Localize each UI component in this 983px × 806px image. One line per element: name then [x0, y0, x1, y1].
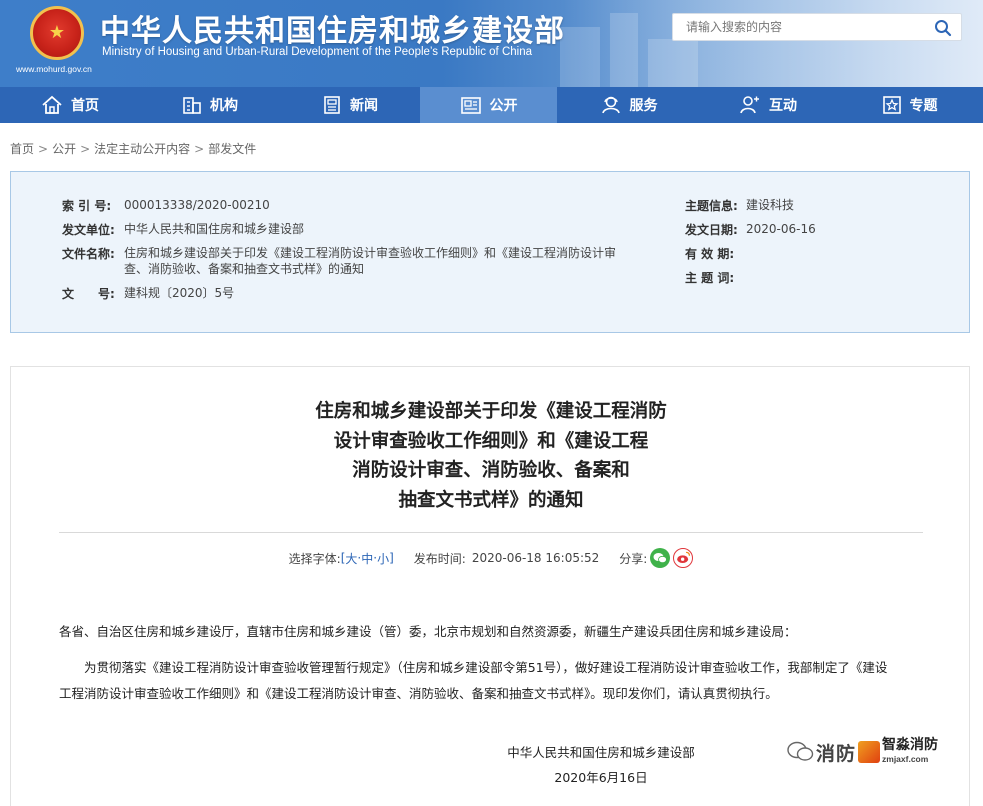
info-validity-row: 有 效 期:: [685, 245, 746, 262]
national-emblem-logo[interactable]: ★: [30, 6, 84, 60]
info-filename-value: 住房和城乡建设部关于印发《建设工程消防设计审查验收工作细则》和《建设工程消防设计…: [124, 246, 617, 276]
font-size-large-link[interactable]: 大: [345, 550, 357, 567]
info-label: 发文日期:: [685, 223, 738, 237]
site-header: ★ 中华人民共和国住房和城乡建设部 Ministry of Housing an…: [0, 0, 983, 87]
header-building-decoration: [648, 39, 698, 87]
info-label: 索 引 号:: [62, 199, 112, 213]
info-label: 主题信息:: [685, 199, 738, 213]
paragraph-line: 为贯彻落实《建设工程消防设计审查验收管理暂行规定》（住房和城乡建设部令第51号）…: [84, 660, 888, 675]
nav-item-news[interactable]: 新闻: [280, 87, 420, 123]
building-icon: [183, 97, 201, 114]
breadcrumb: 首页 > 公开 > 法定主动公开内容 > 部发文件: [10, 140, 256, 157]
paragraph-line: 工程消防设计审查验收工作细则》和《建设工程消防设计审查、消防验收、备案和抽查文书…: [59, 686, 778, 701]
search-input[interactable]: [673, 14, 923, 40]
breadcrumb-link-home[interactable]: 首页: [10, 142, 34, 156]
font-size-label: 选择字体:: [288, 551, 341, 566]
main-nav: 首页 机构 新闻 公开 服务 互动 专题: [0, 87, 983, 123]
weibo-share-icon[interactable]: [673, 548, 694, 568]
info-label: 文 号:: [62, 287, 115, 301]
watermark-brand: 智淼消防: [882, 737, 939, 753]
header-building-decoration: [610, 13, 638, 87]
wechat-share-icon[interactable]: [650, 548, 671, 568]
article-title-line: 设计审查验收工作细则》和《建设工程: [333, 430, 649, 452]
font-size-medium-link[interactable]: 中: [361, 550, 373, 567]
wechat-watermark-icon: [787, 741, 814, 761]
publish-time-value: 2020-06-18 16:05:52: [471, 551, 600, 565]
article-title: 住房和城乡建设部关于印发《建设工程消防 设计审查验收工作细则》和《建设工程 消防…: [11, 397, 971, 515]
emblem-star-icon: ★: [48, 22, 66, 43]
watermark-url: zmjaxf.com: [882, 754, 929, 764]
header-building-decoration: [560, 27, 600, 87]
nav-item-service[interactable]: 服务: [557, 87, 700, 123]
info-keywords-row: 主 题 词:: [685, 269, 746, 286]
info-label: 发文单位:: [62, 223, 115, 237]
info-index-row: 索 引 号: 000013338/2020-00210: [62, 197, 270, 214]
breadcrumb-link-public[interactable]: 公开: [52, 142, 76, 156]
info-topic-value: 建设科技: [746, 198, 795, 212]
nav-item-home[interactable]: 首页: [0, 87, 140, 123]
signature-date: 2020年6月16日: [554, 770, 648, 785]
home-icon: [42, 95, 62, 114]
info-label: 主 题 词:: [685, 271, 735, 285]
share-label: 分享:: [619, 551, 648, 566]
breadcrumb-separator: >: [194, 142, 205, 156]
article-paragraph: 为贯彻落实《建设工程消防设计审查验收管理暂行规定》（住房和城乡建设部令第51号）…: [59, 655, 929, 707]
nav-item-organization[interactable]: 机构: [140, 87, 280, 123]
site-url: www.mohurd.gov.cn: [16, 64, 92, 74]
breadcrumb-link-statutory[interactable]: 法定主动公开内容: [94, 142, 190, 156]
breadcrumb-separator: >: [80, 142, 91, 156]
info-issuer-row: 发文单位: 中华人民共和国住房和城乡建设部: [62, 221, 304, 238]
nav-label: 专题: [909, 98, 938, 114]
breadcrumb-separator: >: [38, 142, 49, 156]
star-icon: [882, 96, 901, 114]
article-recipients: 各省、自治区住房和城乡建设厅，直辖市住房和城乡建设（管）委，北京市规划和自然资源…: [59, 624, 797, 639]
info-label: 有 效 期:: [685, 247, 735, 261]
nav-item-interaction[interactable]: 互动: [700, 87, 836, 123]
site-title[interactable]: 中华人民共和国住房和城乡建设部: [100, 6, 565, 50]
title-divider: [59, 532, 923, 533]
nav-item-public[interactable]: 公开: [420, 87, 557, 123]
info-date-row: 发文日期: 2020-06-16: [685, 221, 816, 238]
brand-logo-icon: [858, 741, 881, 763]
nav-label: 首页: [71, 98, 99, 114]
watermark-badge: 消防 智淼消防 zmjaxf.com: [786, 735, 956, 769]
article-title-line: 住房和城乡建设部关于印发《建设工程消防: [315, 401, 667, 422]
nav-item-topics[interactable]: 专题: [836, 87, 983, 123]
publish-time-label: 发布时间:: [413, 551, 466, 566]
info-issuer-value: 中华人民共和国住房和城乡建设部: [124, 222, 305, 236]
info-filename-row: 文件名称: 住房和城乡建设部关于印发《建设工程消防设计审查验收工作细则》和《建设…: [62, 245, 622, 277]
info-docno-value: 建科规〔2020〕5号: [124, 286, 235, 300]
watermark-text: 消防: [816, 742, 857, 765]
nav-label: 互动: [769, 98, 797, 114]
info-index-value: 000013338/2020-00210: [124, 198, 270, 212]
search-icon: [935, 20, 952, 37]
document-info-panel: 索 引 号: 000013338/2020-00210 发文单位: 中华人民共和…: [10, 171, 970, 333]
article-title-line: 消防设计审查、消防验收、备案和: [352, 460, 630, 481]
service-icon: [601, 96, 620, 114]
breadcrumb-link-ministry-docs[interactable]: 部发文件: [208, 142, 256, 156]
interaction-icon: [740, 96, 759, 114]
site-subtitle: Ministry of Housing and Urban-Rural Deve…: [102, 46, 532, 58]
search-button[interactable]: [933, 18, 953, 38]
watermark-brand-block: 智淼消防 zmjaxf.com: [882, 738, 938, 766]
nav-label: 服务: [629, 98, 658, 114]
nav-label: 公开: [489, 98, 518, 114]
info-topic-row: 主题信息: 建设科技: [685, 197, 794, 214]
document-icon: [460, 97, 481, 114]
font-bracket-close: ]: [389, 551, 394, 565]
search-box: [672, 13, 962, 41]
info-date-value: 2020-06-16: [746, 222, 816, 236]
info-label: 文件名称:: [62, 247, 115, 261]
article-meta-bar: 选择字体: [ 大 · 中 · 小 ] 发布时间: 2020-06-18 16:…: [11, 548, 971, 568]
nav-label: 机构: [210, 98, 238, 114]
newspaper-icon: [324, 96, 340, 114]
nav-label: 新闻: [350, 98, 378, 114]
font-size-small-link[interactable]: 小: [377, 550, 389, 567]
article-title-line: 抽查文书式样》的通知: [398, 489, 584, 511]
info-docno-row: 文 号: 建科规〔2020〕5号: [62, 285, 234, 302]
